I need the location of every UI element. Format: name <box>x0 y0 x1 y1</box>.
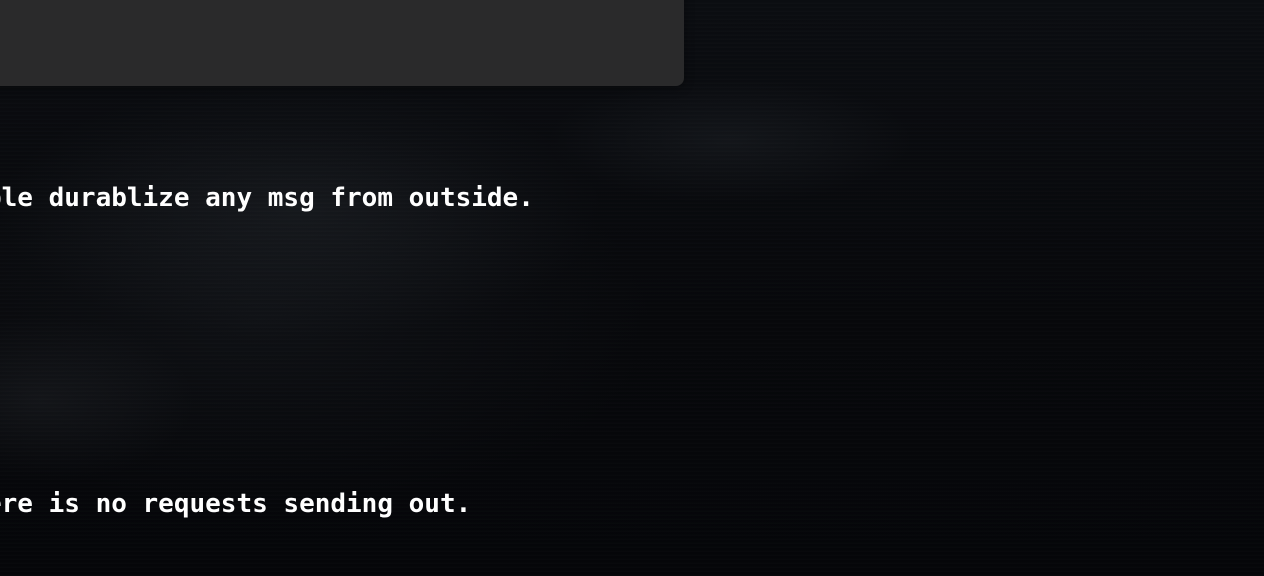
window-panel[interactable] <box>0 0 684 86</box>
desktop-background: ble durablize any msg from outside. ere … <box>0 0 1264 576</box>
terminal-output-line: ble durablize any msg from outside. <box>0 183 534 213</box>
terminal-output-line: ere is no requests sending out. <box>0 489 472 519</box>
